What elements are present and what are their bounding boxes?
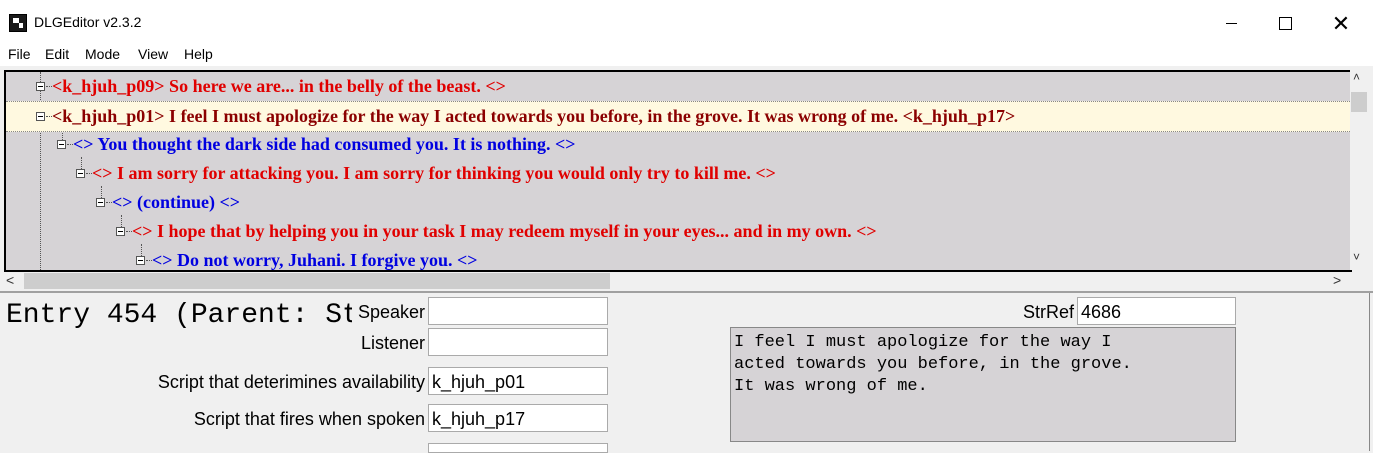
- tree-row[interactable]: <> (continue) <>: [6, 188, 1350, 217]
- availability-script-field[interactable]: k_hjuh_p01: [428, 367, 608, 395]
- entry-title: Entry 454 (Parent: Start: [6, 300, 352, 331]
- panel-border: [1369, 293, 1370, 451]
- tree-row-text: <> (continue) <>: [112, 192, 241, 212]
- tree-row[interactable]: <k_hjuh_p09> So here we are... in the be…: [6, 72, 1350, 101]
- listener-field[interactable]: [428, 328, 608, 356]
- vertical-scrollbar[interactable]: ˄ ˅: [1350, 70, 1368, 270]
- scroll-thumb[interactable]: [1351, 92, 1367, 112]
- tree-row-text: <k_hjuh_p01> I feel I must apologize for…: [52, 106, 1016, 126]
- listener-label: Listener: [360, 333, 425, 353]
- tree-row[interactable]: <> I hope that by helping you in your ta…: [6, 217, 1350, 246]
- collapse-node-icon[interactable]: [36, 112, 45, 121]
- app-icon: [9, 14, 27, 32]
- tree-row-text: <k_hjuh_p09> So here we are... in the be…: [52, 76, 506, 96]
- fires-script-field[interactable]: k_hjuh_p17: [428, 404, 608, 432]
- extra-field[interactable]: [428, 443, 608, 453]
- speaker-field[interactable]: [428, 297, 608, 325]
- menu-view[interactable]: View: [138, 46, 168, 62]
- tree-row-selected[interactable]: <k_hjuh_p01> I feel I must apologize for…: [6, 101, 1350, 132]
- scroll-down-icon[interactable]: ˅: [1353, 250, 1360, 264]
- strref-field[interactable]: 4686: [1077, 297, 1236, 325]
- menu-help[interactable]: Help: [184, 46, 213, 62]
- collapse-node-icon[interactable]: [36, 82, 45, 91]
- tree-row[interactable]: <> Do not worry, Juhani. I forgive you. …: [6, 246, 1350, 270]
- minimize-button[interactable]: [1208, 10, 1254, 38]
- menu-mode[interactable]: Mode: [85, 46, 120, 62]
- menu-bar: File Edit Mode View Help: [0, 44, 1373, 66]
- collapse-node-icon[interactable]: [76, 169, 85, 178]
- collapse-node-icon[interactable]: [57, 140, 66, 149]
- tree-row-text: <> You thought the dark side had consume…: [73, 134, 576, 154]
- splitter[interactable]: [0, 291, 1373, 293]
- maximize-icon: [1278, 17, 1292, 31]
- minimize-icon: [1225, 23, 1237, 25]
- collapse-node-icon[interactable]: [136, 256, 145, 265]
- scroll-right-icon[interactable]: >: [1333, 272, 1341, 288]
- tree-row-text: <> Do not worry, Juhani. I forgive you. …: [152, 250, 478, 270]
- entry-text-area[interactable]: I feel I must apologize for the way I ac…: [730, 327, 1236, 442]
- dialog-tree[interactable]: <k_hjuh_p09> So here we are... in the be…: [4, 70, 1352, 272]
- speaker-label: Speaker: [357, 302, 425, 322]
- scroll-thumb[interactable]: [24, 273, 610, 289]
- tree-row[interactable]: <> I am sorry for attacking you. I am so…: [6, 159, 1350, 188]
- tree-row-text: <> I hope that by helping you in your ta…: [132, 221, 877, 241]
- fires-script-label: Script that fires when spoken: [193, 409, 425, 429]
- scroll-left-icon[interactable]: <: [6, 272, 14, 288]
- horizontal-scrollbar[interactable]: < >: [0, 272, 1348, 290]
- strref-label: StrRef: [1022, 302, 1074, 322]
- maximize-button[interactable]: [1262, 10, 1308, 38]
- collapse-node-icon[interactable]: [96, 198, 105, 207]
- availability-script-label: Script that deterimines availability: [157, 372, 425, 392]
- title-bar: DLGEditor v2.3.2 ✕: [0, 0, 1373, 44]
- collapse-node-icon[interactable]: [116, 227, 125, 236]
- close-icon: ✕: [1331, 11, 1351, 36]
- menu-file[interactable]: File: [8, 46, 31, 62]
- window-title: DLGEditor v2.3.2: [34, 14, 142, 30]
- close-button[interactable]: ✕: [1318, 10, 1364, 38]
- tree-row[interactable]: <> You thought the dark side had consume…: [6, 130, 1350, 159]
- tree-row-text: <> I am sorry for attacking you. I am so…: [92, 163, 776, 183]
- scroll-up-icon[interactable]: ˄: [1353, 70, 1360, 84]
- menu-edit[interactable]: Edit: [45, 46, 69, 62]
